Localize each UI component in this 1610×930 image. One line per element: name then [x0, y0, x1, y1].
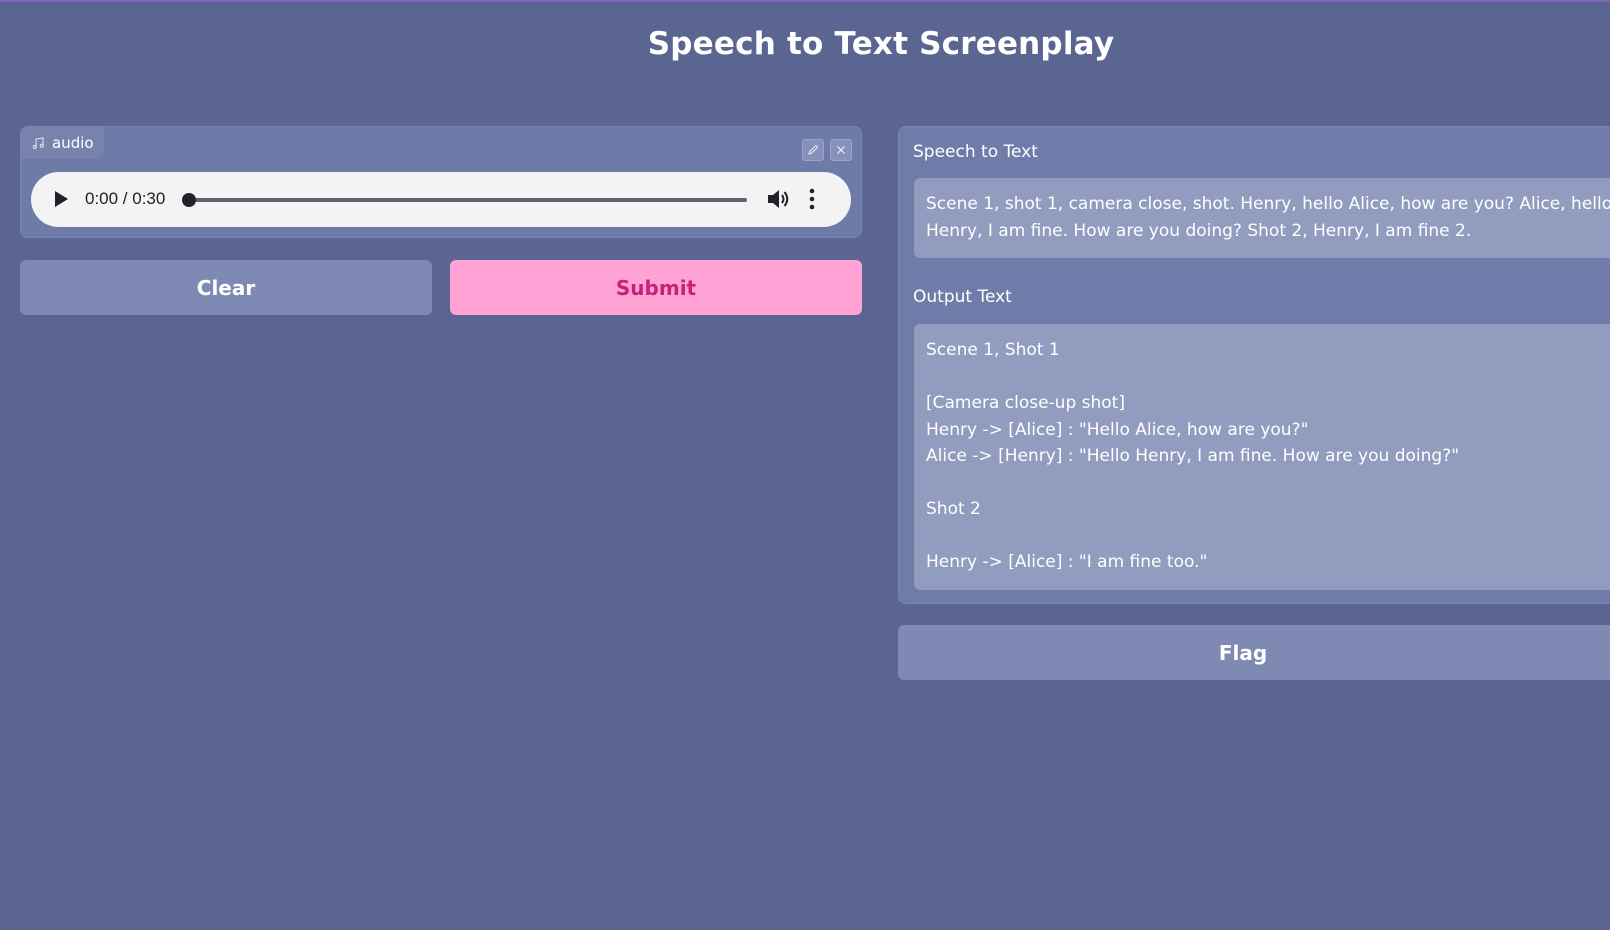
playback-progress-thumb[interactable]	[182, 193, 196, 207]
output-panel: Speech to Text Scene 1, shot 1, camera c…	[898, 126, 1610, 604]
pencil-icon	[808, 144, 819, 155]
playback-time: 0:00 / 0:30	[85, 189, 166, 208]
speech-to-text-label: Speech to Text	[913, 142, 1038, 162]
audio-player[interactable]: 0:00 / 0:30	[31, 172, 851, 227]
audio-label-text: audio	[52, 134, 94, 152]
clear-audio-button[interactable]	[830, 139, 852, 161]
audio-input-panel: audio 0:00 / 0:30	[20, 126, 862, 238]
play-icon[interactable]	[53, 190, 69, 208]
flag-button[interactable]: Flag	[898, 625, 1610, 680]
volume-icon[interactable]	[766, 188, 790, 210]
edit-audio-button[interactable]	[802, 139, 824, 161]
more-vertical-icon[interactable]	[809, 188, 815, 210]
speech-to-text-field[interactable]: Scene 1, shot 1, camera close, shot. Hen…	[914, 178, 1610, 258]
submit-button[interactable]: Submit	[450, 260, 862, 315]
output-text-field[interactable]: Scene 1, Shot 1 [Camera close-up shot] H…	[914, 324, 1610, 590]
output-text-label: Output Text	[913, 287, 1012, 307]
page-title: Speech to Text Screenplay	[647, 26, 1115, 62]
audio-label-badge: audio	[21, 127, 104, 159]
clear-button[interactable]: Clear	[20, 260, 432, 315]
music-note-icon	[32, 137, 44, 149]
close-icon	[837, 146, 845, 154]
playback-progress-bar[interactable]	[182, 193, 747, 207]
